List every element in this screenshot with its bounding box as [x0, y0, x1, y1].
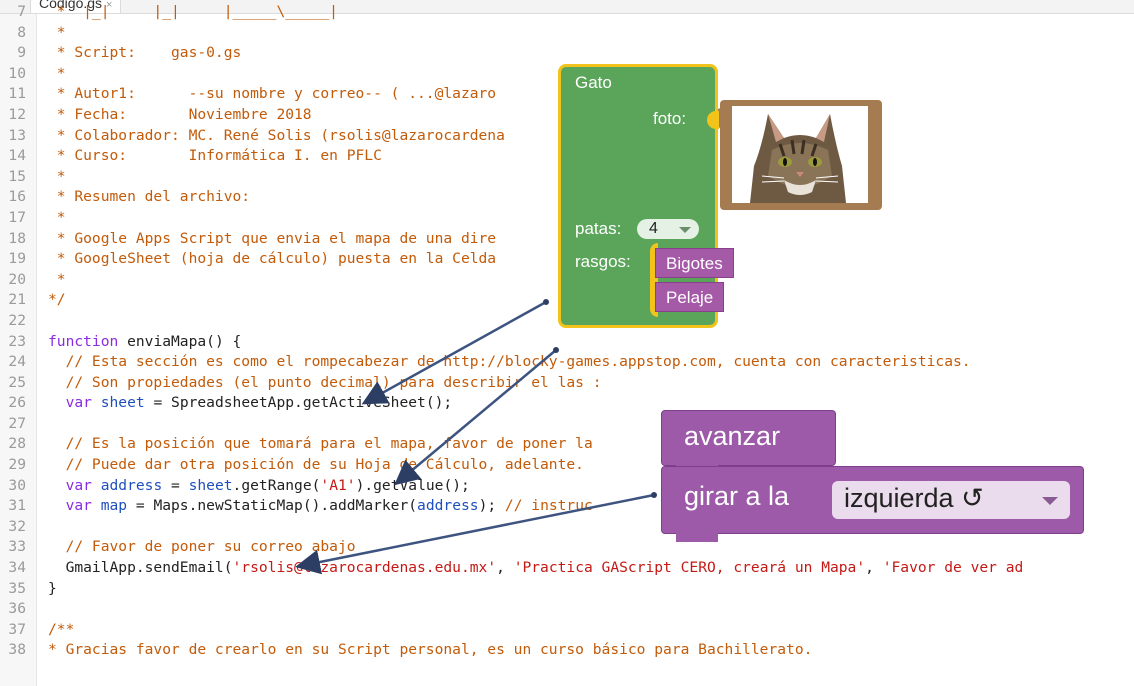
- annotation-arrows: [295, 299, 657, 575]
- arrow-1: [361, 300, 547, 405]
- arrow-3: [295, 493, 655, 575]
